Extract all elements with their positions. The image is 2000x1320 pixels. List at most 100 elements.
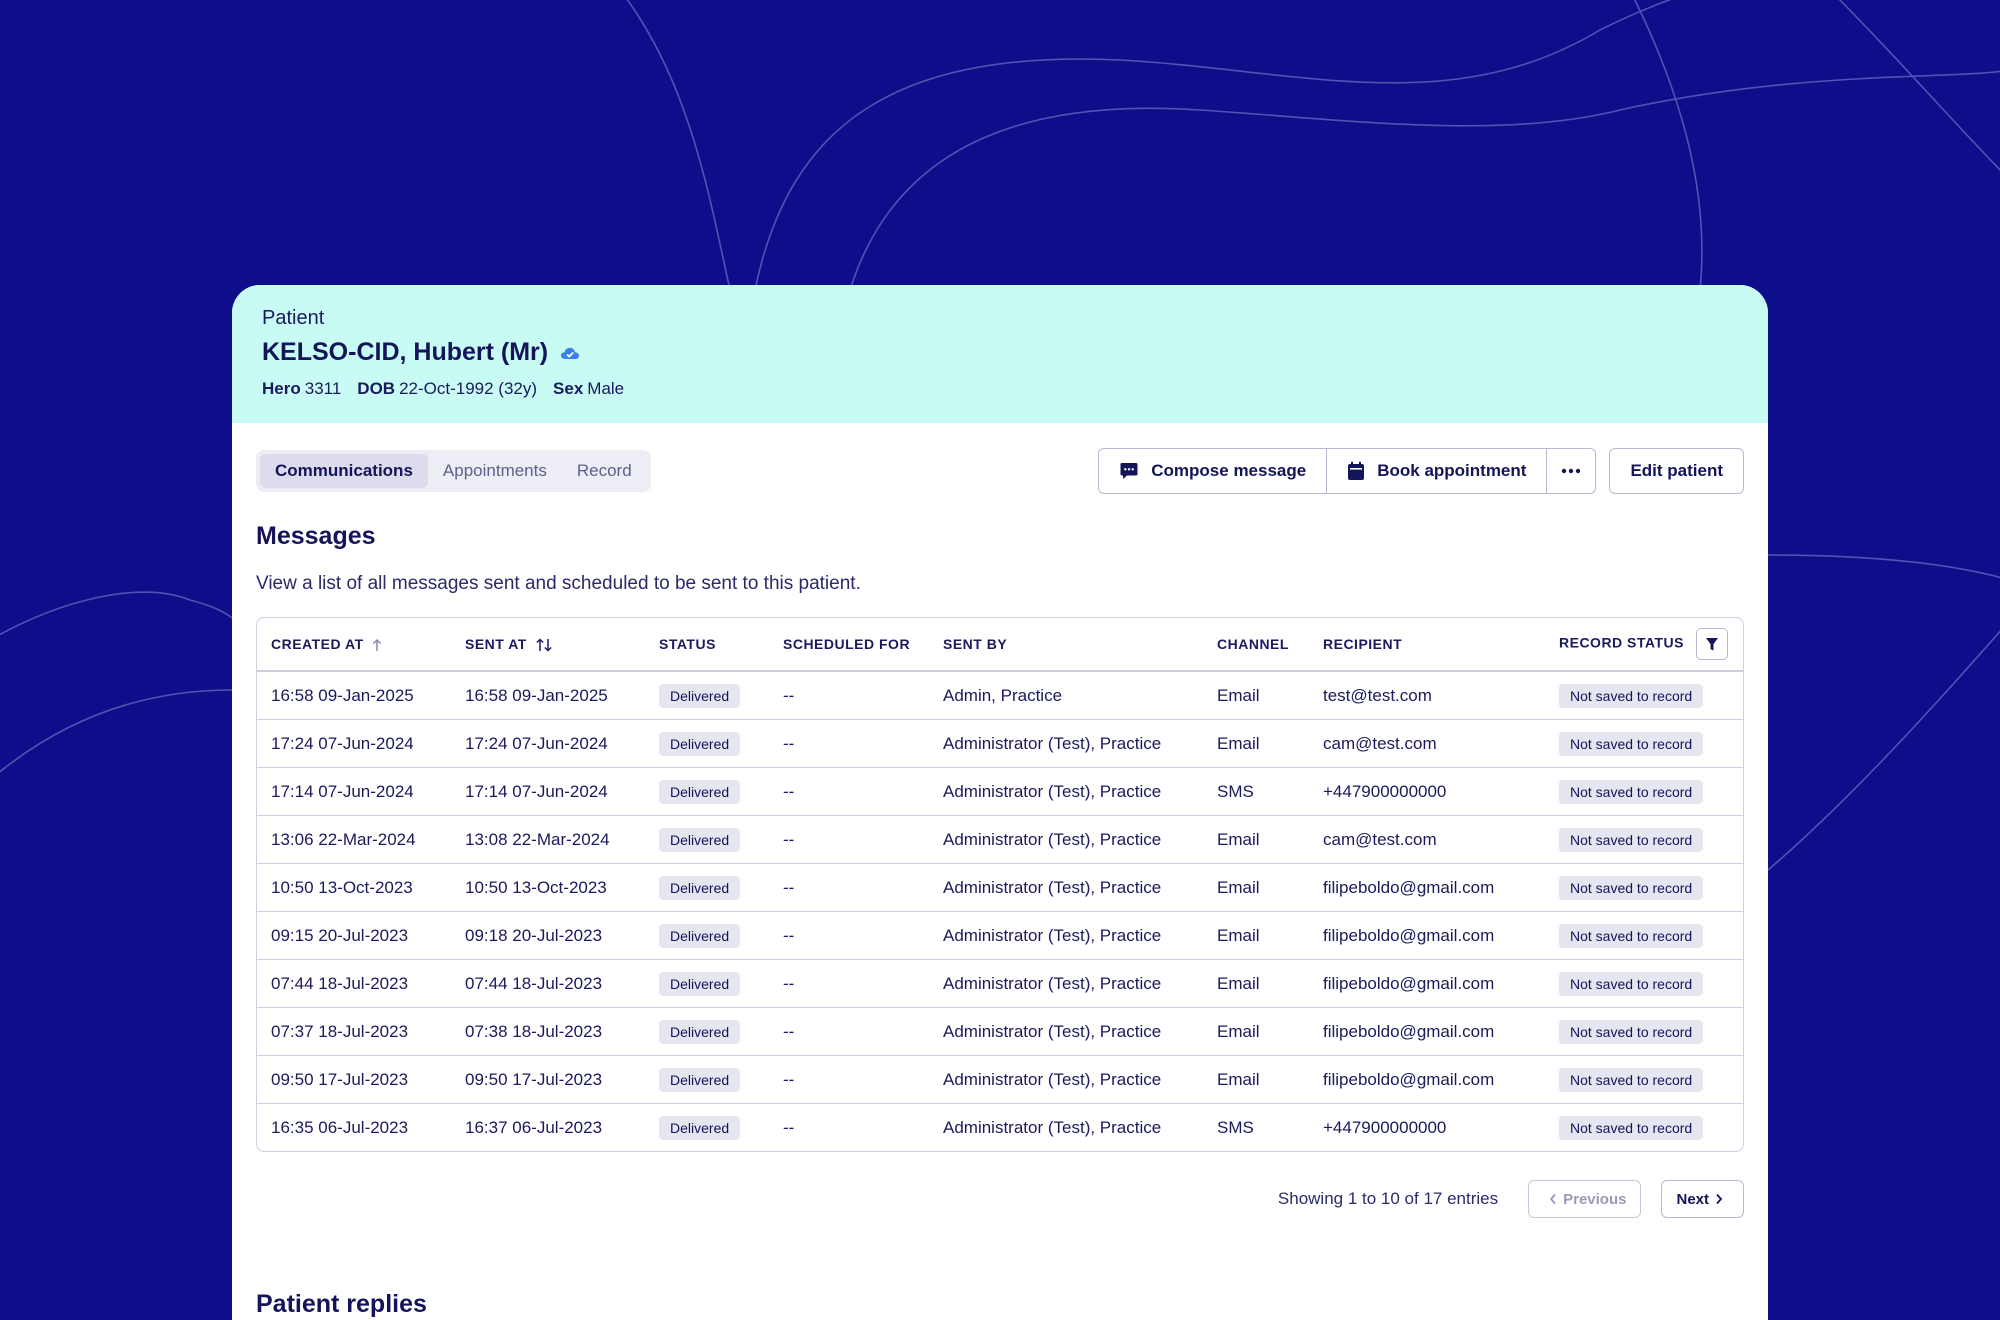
pagination-summary: Showing 1 to 10 of 17 entries (1277, 1189, 1499, 1208)
column-sent-by: SENT BY (929, 618, 1203, 672)
table-row[interactable]: 17:14 07-Jun-2024 17:14 07-Jun-2024 Delive… (257, 767, 1743, 816)
record-status-cell: Not saved to record (1545, 1104, 1743, 1152)
table-row[interactable]: 16:58 09-Jan-2025 16:58 09-Jan-2025 Delive… (257, 671, 1743, 720)
status-badge: Delivered (659, 875, 741, 900)
recipient-cell: filipeboldo@gmail.com (1309, 863, 1545, 912)
status-cell: Delivered (645, 959, 769, 1008)
created-at-cell: 09:50 17-Jul-2023 (257, 1055, 451, 1104)
previous-page-label: Previous (1563, 1190, 1627, 1208)
table-row[interactable]: 07:37 18-Jul-2023 07:38 18-Jul-2023 Delive… (257, 1007, 1743, 1056)
column-record-status: RECORD STATUS (1545, 618, 1743, 672)
record-status-badge: Not saved to record (1559, 923, 1704, 948)
sent-at-cell: 16:58 09-Jan-2025 (451, 671, 645, 720)
recipient-cell: filipeboldo@gmail.com (1309, 1007, 1545, 1056)
created-at-cell: 09:15 20-Jul-2023 (257, 911, 451, 960)
sent-at-cell: 17:14 07-Jun-2024 (451, 767, 645, 816)
scheduled-for-cell: -- (769, 815, 929, 864)
recipient-cell: cam@test.com (1309, 815, 1545, 864)
column-status: STATUS (645, 618, 769, 672)
record-status-cell: Not saved to record (1545, 911, 1743, 960)
arrow-up-icon (372, 638, 381, 651)
messages-table-body: 16:58 09-Jan-2025 16:58 09-Jan-2025 Delive… (257, 671, 1743, 1151)
table-row[interactable]: 13:06 22-Mar-2024 13:08 22-Mar-2024 Delive… (257, 815, 1743, 864)
scheduled-for-cell: -- (783, 1117, 795, 1137)
action-button-group: Compose message Book appointment (1098, 448, 1597, 494)
patient-replies-title: Patient replies (256, 1290, 427, 1318)
patient-card: Patient KELSO-CID, Hubert (Mr) Hero 3311 … (232, 285, 1768, 1320)
status-badge: Delivered (659, 683, 741, 708)
scheduled-for-cell: -- (769, 911, 929, 960)
recipient-cell: filipeboldo@gmail.com (1309, 1055, 1545, 1104)
table-row[interactable]: 07:44 18-Jul-2023 07:44 18-Jul-2023 Delive… (257, 959, 1743, 1008)
table-row[interactable]: 16:35 06-Jul-2023 16:37 06-Jul-2023 Delive… (257, 1104, 1743, 1152)
patient-meta: Hero 3311 DOB 22-Oct-1992 (32y) Sex Male (262, 379, 1738, 399)
channel-cell: Email (1203, 911, 1309, 960)
compose-message-label: Compose message (1151, 461, 1307, 480)
record-status-badge: Not saved to record (1559, 827, 1704, 852)
sent-by-cell: Administrator (Test), Practice (943, 1117, 1162, 1137)
sent-by-cell: Admin, Practice (929, 671, 1203, 720)
sent-by-cell: Administrator (Test), Practice (929, 1007, 1203, 1056)
tab-bar: Communications Appointments Record (256, 450, 651, 492)
status-badge: Delivered (659, 1067, 741, 1092)
app-frame: Patient KELSO-CID, Hubert (Mr) Hero 3311 … (0, 0, 2000, 1320)
previous-page-button[interactable]: Previous (1528, 1180, 1642, 1218)
channel-cell: SMS (1203, 767, 1309, 816)
scheduled-for-cell: -- (769, 767, 929, 816)
chat-bubble-icon (1120, 463, 1138, 479)
column-created-at[interactable]: CREATED AT (257, 618, 451, 672)
filter-icon (1705, 637, 1718, 650)
sent-at-cell: 10:50 13-Oct-2023 (451, 863, 645, 912)
table-row[interactable]: 09:50 17-Jul-2023 09:50 17-Jul-2023 Delive… (257, 1055, 1743, 1104)
sent-at-cell: 09:50 17-Jul-2023 (451, 1055, 645, 1104)
record-status-cell: Not saved to record (1545, 863, 1743, 912)
status-cell: Delivered (645, 863, 769, 912)
table-row[interactable]: 10:50 13-Oct-2023 10:50 13-Oct-2023 Delive… (257, 863, 1743, 912)
patient-name: KELSO-CID, Hubert (Mr) (262, 338, 549, 366)
record-status-badge: Not saved to record (1559, 779, 1704, 804)
created-at-cell: 10:50 13-Oct-2023 (257, 863, 451, 912)
sent-by-cell: Administrator (Test), Practice (929, 863, 1203, 912)
table-row[interactable]: 17:24 07-Jun-2024 17:24 07-Jun-2024 Delive… (257, 719, 1743, 768)
record-status-badge: Not saved to record (1559, 683, 1704, 708)
next-page-button[interactable]: Next (1661, 1180, 1744, 1218)
status-cell: Delivered (645, 671, 769, 720)
sort-arrows-icon (536, 638, 552, 652)
column-channel: CHANNEL (1203, 618, 1309, 672)
column-sent-at[interactable]: SENT AT (451, 618, 645, 672)
channel-cell: Email (1203, 1007, 1309, 1056)
sent-at-cell: 07:38 18-Jul-2023 (451, 1007, 645, 1056)
tab-communications[interactable]: Communications (260, 454, 428, 488)
status-cell: Delivered (645, 1007, 769, 1056)
book-appointment-label: Book appointment (1377, 461, 1527, 480)
record-status-badge: Not saved to record (1559, 1067, 1704, 1092)
more-options-button[interactable] (1547, 449, 1595, 493)
status-cell: Delivered (645, 1104, 769, 1152)
status-badge: Delivered (659, 731, 741, 756)
scheduled-for-cell: -- (769, 1055, 929, 1104)
chevron-left-icon (1549, 1193, 1556, 1205)
sent-by-cell: Administrator (Test), Practice (929, 719, 1203, 768)
status-badge: Delivered (659, 1115, 741, 1140)
channel-cell: SMS (1217, 1117, 1254, 1137)
sent-by-cell: Administrator (Test), Practice (929, 959, 1203, 1008)
compose-message-button[interactable]: Compose message (1099, 449, 1328, 493)
edit-patient-button[interactable]: Edit patient (1609, 448, 1744, 494)
tab-appointments[interactable]: Appointments (428, 454, 562, 488)
record-status-cell: Not saved to record (1545, 671, 1743, 720)
filter-button[interactable] (1695, 628, 1728, 660)
sent-by-cell: Administrator (Test), Practice (929, 815, 1203, 864)
created-at-cell: 16:58 09-Jan-2025 (257, 671, 451, 720)
book-appointment-button[interactable]: Book appointment (1327, 449, 1548, 493)
column-scheduled-for: SCHEDULED FOR (769, 618, 929, 672)
channel-cell: Email (1203, 671, 1309, 720)
toolbar: Communications Appointments Record Compo… (256, 448, 1744, 494)
messages-table: CREATED AT SENT AT STATUS SCHEDULED FOR … (256, 617, 1744, 1152)
table-row[interactable]: 09:15 20-Jul-2023 09:18 20-Jul-2023 Delive… (257, 911, 1743, 960)
next-page-label: Next (1676, 1190, 1709, 1208)
scheduled-for-cell: -- (769, 1007, 929, 1056)
main-content: Communications Appointments Record Compo… (232, 448, 1768, 1319)
status-badge: Delivered (659, 779, 741, 804)
sent-by-cell: Administrator (Test), Practice (929, 767, 1203, 816)
tab-record[interactable]: Record (562, 454, 647, 488)
